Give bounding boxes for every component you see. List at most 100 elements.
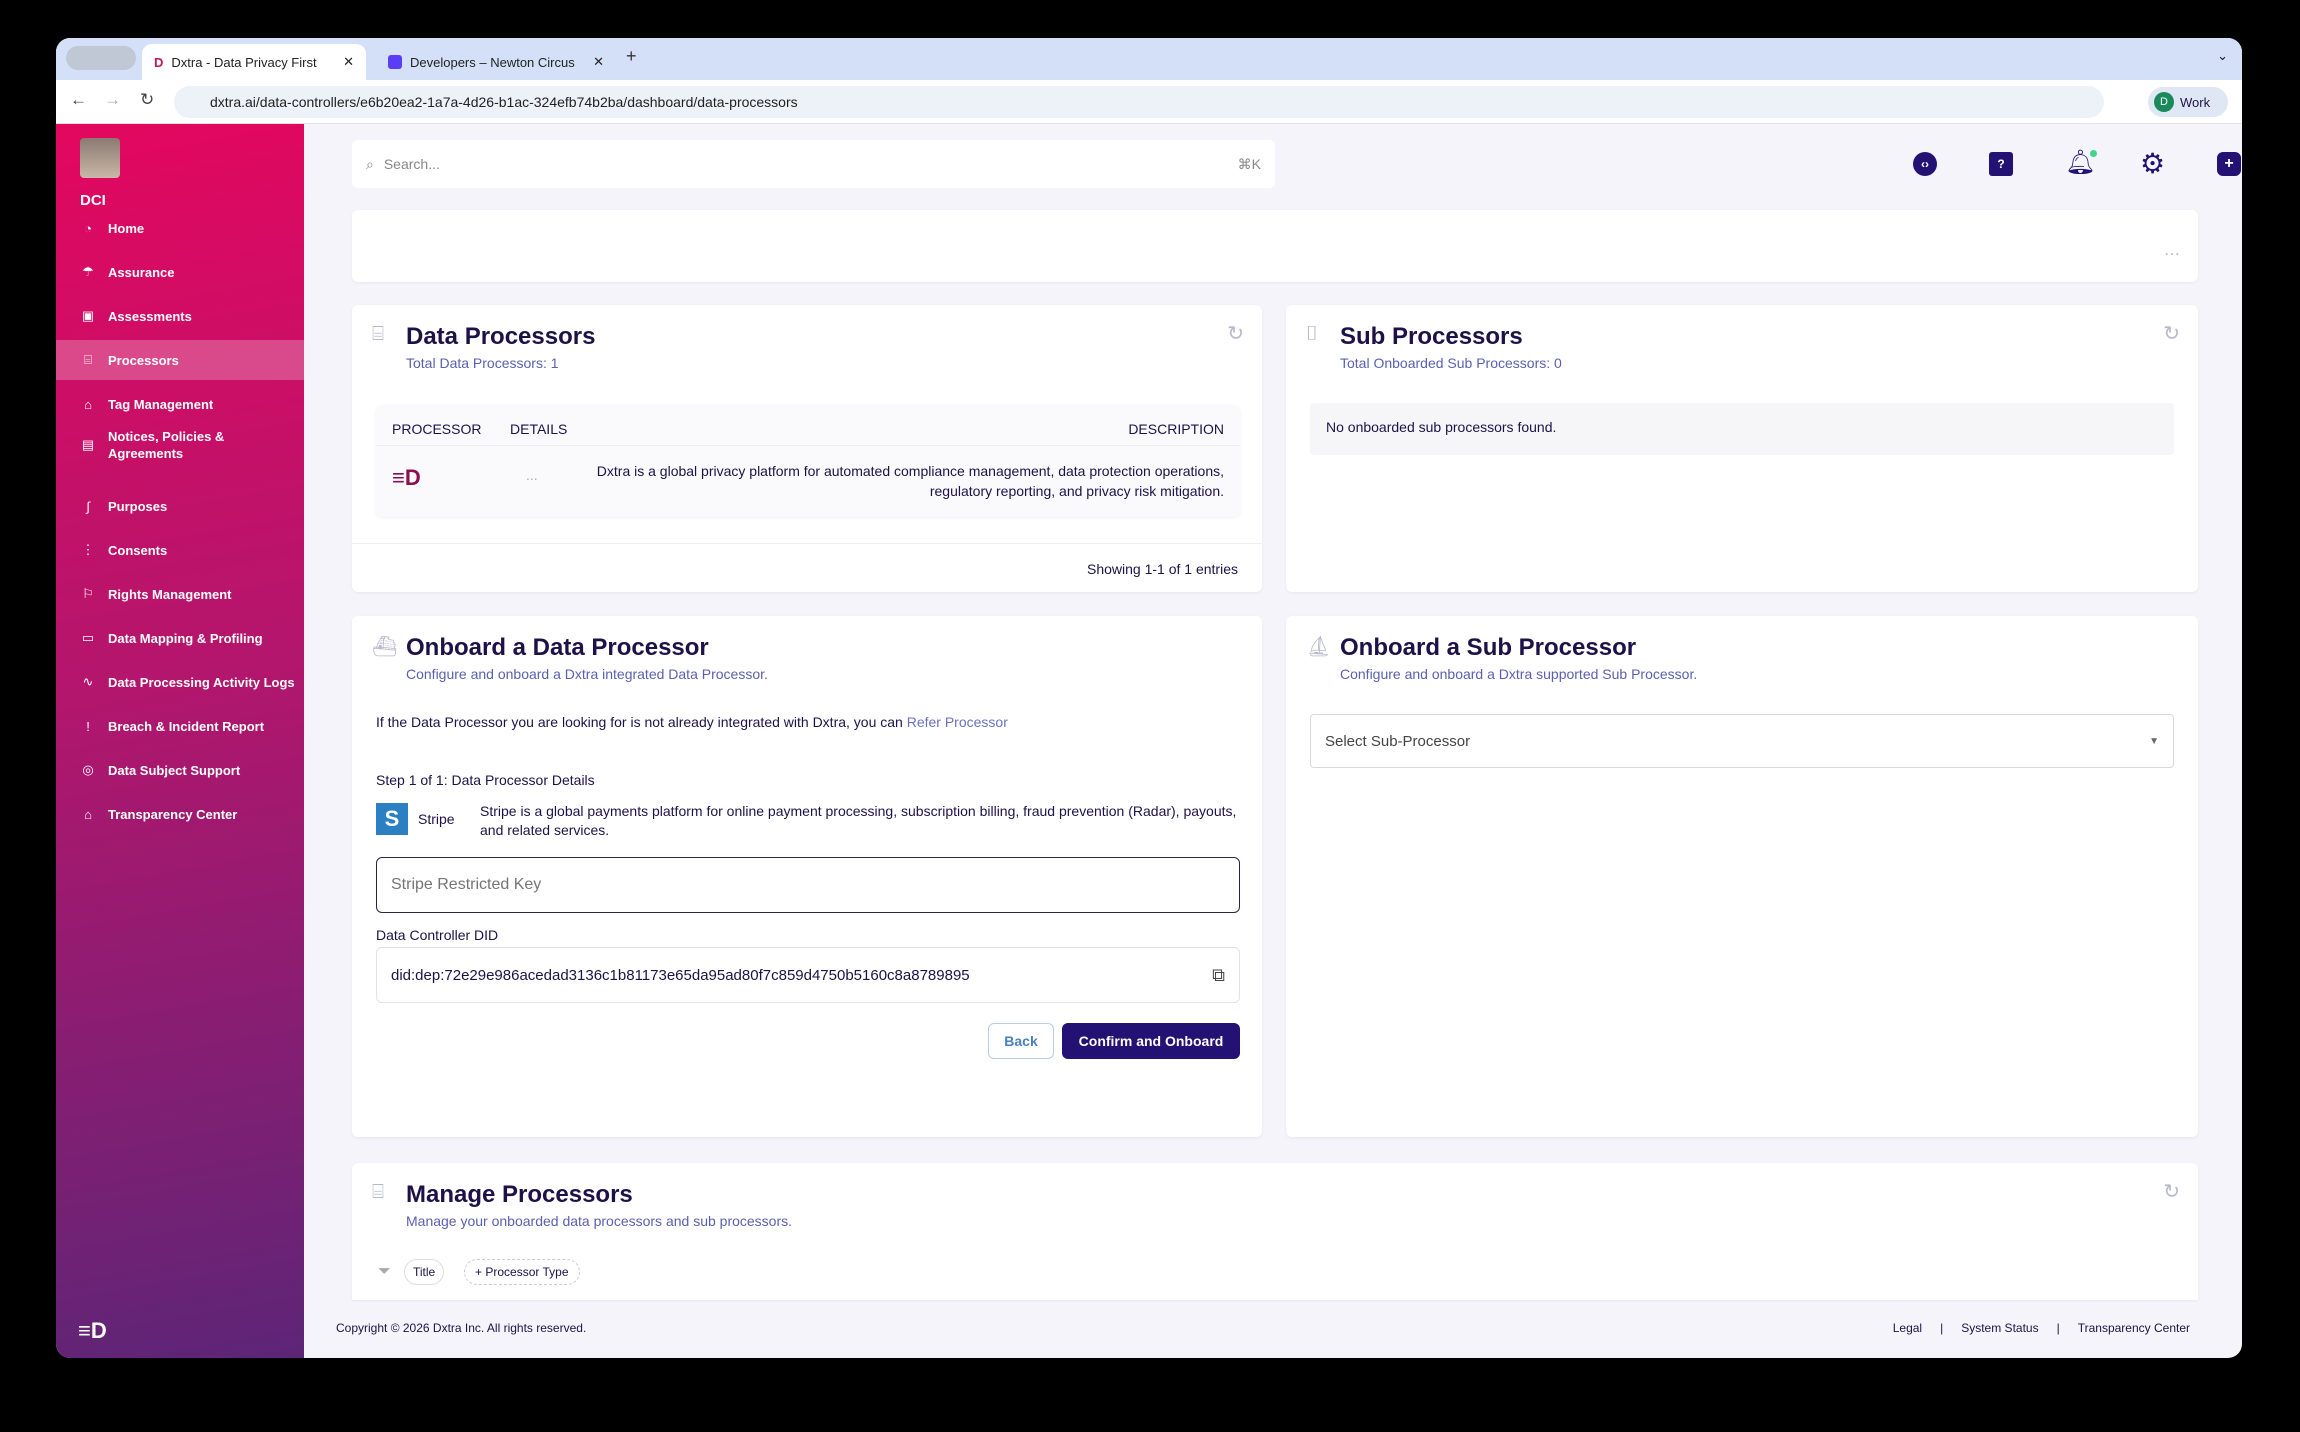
back-icon[interactable]: ← — [70, 90, 87, 110]
sidebar-item-data-processing-activity-logs[interactable]: ∿ Data Processing Activity Logs — [56, 662, 304, 702]
help-icon[interactable]: ? — [1989, 152, 2013, 176]
column-header: DETAILS — [510, 421, 567, 437]
footer-link-status[interactable]: System Status — [1961, 1321, 2038, 1335]
sidebar-item-breach-incident-report[interactable]: ! Breach & Incident Report — [56, 706, 304, 746]
forward-icon[interactable]: → — [104, 90, 121, 110]
sidebar-item-tag-management[interactable]: ⌂ Tag Management — [56, 384, 304, 424]
nav-icon: ! — [80, 719, 96, 734]
nav-icon: ∫ — [80, 499, 96, 514]
refresh-icon[interactable]: ↻ — [2163, 321, 2180, 346]
sidebar-item-data-subject-support[interactable]: ◎ Data Subject Support — [56, 750, 304, 790]
sidebar-item-home[interactable]: ◔Home — [56, 208, 304, 248]
did-value: did:dep:72e29e986acedad3136c1b81173e65da… — [391, 967, 970, 984]
stripe-key-input[interactable] — [376, 857, 1240, 913]
tab-search-icon[interactable]: ⌄ — [2217, 48, 2228, 64]
notification-bell-icon[interactable]: 🔔︎ — [2065, 148, 2095, 177]
refer-text: If the Data Processor you are looking fo… — [376, 714, 1008, 730]
copy-icon[interactable]: ⧉ — [1212, 965, 1225, 986]
column-header: PROCESSOR — [392, 421, 481, 437]
refresh-icon[interactable]: ↻ — [1227, 321, 1244, 346]
settings-gear-icon[interactable]: ⚙ — [2140, 147, 2165, 180]
card-title: Data Processors — [406, 323, 595, 351]
details-button[interactable]: ... — [526, 467, 538, 483]
url-input[interactable]: dxtra.ai/data-controllers/e6b20ea2-1a7a-… — [174, 86, 2104, 118]
sidebar-item-label: Notices, Policies &Agreements — [108, 428, 224, 462]
card-subtitle: Total Onboarded Sub Processors: 0 — [1340, 355, 1562, 371]
nav-icon: ⚐ — [80, 586, 96, 602]
search-input[interactable]: ⌕ Search... ⌘K — [352, 140, 1275, 188]
close-icon[interactable]: ✕ — [593, 54, 604, 70]
sidebar-item-transparency-center[interactable]: ⌂ Transparency Center — [56, 794, 304, 834]
confirm-onboard-button[interactable]: Confirm and Onboard — [1062, 1023, 1240, 1059]
card-subtitle: Total Data Processors: 1 — [406, 355, 559, 371]
search-icon: ⌕ — [366, 156, 374, 173]
search-placeholder: Search... — [384, 156, 440, 172]
manage-processors-card: ⌸ Manage Processors Manage your onboarde… — [352, 1163, 2198, 1300]
footer-link-legal[interactable]: Legal — [1893, 1321, 1922, 1335]
empty-message: No onboarded sub processors found. — [1326, 419, 1556, 435]
nav-icon: ▭ — [80, 630, 96, 646]
sidebar-item-label: Data Subject Support — [108, 762, 240, 779]
processor-description: Dxtra is a global privacy platform for a… — [584, 461, 1224, 501]
sidebar-item-purposes[interactable]: ∫Purposes — [56, 486, 304, 526]
reload-icon[interactable]: ↻ — [140, 90, 154, 110]
dxtra-favicon-icon: D — [154, 55, 163, 70]
sidebar-item-label: Data Mapping & Profiling — [108, 630, 263, 647]
processor-name: Stripe — [418, 811, 455, 827]
tab-developers[interactable]: Developers – Newton Circus ✕ — [376, 44, 616, 80]
sub-processor-icon: ⌷ — [1306, 323, 1318, 346]
profile-button[interactable]: D Work — [2148, 87, 2228, 117]
sidebar-item-label: Data Processing Activity Logs — [108, 674, 295, 691]
url-text: dxtra.ai/data-controllers/e6b20ea2-1a7a-… — [210, 94, 798, 110]
sidebar-item-rights-management[interactable]: ⚐ Rights Management — [56, 574, 304, 614]
sidebar-item-label: Tag Management — [108, 396, 213, 413]
nav-icon: ◎ — [80, 762, 96, 778]
did-label: Data Controller DID — [376, 927, 498, 943]
sidebar-item-consents[interactable]: ⋮ Consents — [56, 530, 304, 570]
tab-dxtra[interactable]: D Dxtra - Data Privacy First ✕ — [142, 44, 366, 80]
dxtra-logo-icon[interactable]: ≡D — [78, 1318, 107, 1344]
avatar[interactable] — [80, 138, 120, 178]
stripe-logo-icon: S — [376, 803, 408, 835]
select-placeholder: Select Sub-Processor — [1325, 733, 1470, 750]
sidebar-item-notices-policies[interactable]: ▤Notices, Policies &Agreements — [56, 420, 304, 470]
more-options-icon[interactable]: ⋯ — [2164, 244, 2180, 264]
pagination-info: Showing 1-1 of 1 entries — [1087, 561, 1238, 577]
sidebar-item-label: Assurance — [108, 264, 174, 281]
sidebar-item-label: Breach & Incident Report — [108, 718, 264, 735]
browser-window: D Dxtra - Data Privacy First ✕ Developer… — [56, 38, 2242, 1358]
filter-title[interactable]: Title — [404, 1259, 444, 1285]
card-title: Onboard a Data Processor — [406, 634, 709, 662]
add-icon[interactable]: + — [2217, 152, 2241, 176]
footer-link-transparency[interactable]: Transparency Center — [2078, 1321, 2190, 1335]
nav-icon: ⋮ — [80, 542, 96, 558]
sidebar-item-assessments[interactable]: ▣Assessments — [56, 296, 304, 336]
sidebar-item-label: Rights Management — [108, 586, 232, 603]
filter-processor-type[interactable]: + Processor Type — [464, 1259, 580, 1285]
footer-links: Legal| System Status| Transparency Cente… — [1893, 1321, 2190, 1335]
nav-icon: ∿ — [80, 674, 96, 690]
chevron-down-icon: ▼ — [2149, 736, 2159, 747]
sidebar-item-label: Home — [108, 220, 144, 237]
sub-processors-card: ⌷ Sub Processors Total Onboarded Sub Pro… — [1286, 305, 2198, 592]
nav-icon: ⌂ — [80, 807, 96, 822]
tab-group-button[interactable] — [66, 46, 136, 70]
did-field[interactable]: did:dep:72e29e986acedad3136c1b81173e65da… — [376, 947, 1240, 1003]
sub-processor-select[interactable]: Select Sub-Processor ▼ — [1310, 714, 2174, 768]
refresh-icon[interactable]: ↻ — [2163, 1179, 2180, 1204]
processors-table: PROCESSOR DETAILS DESCRIPTION ≡D ... Dxt… — [376, 405, 1240, 517]
sidebar-item-processors[interactable]: ⌸Processors — [56, 340, 304, 380]
refer-processor-link[interactable]: Refer Processor — [907, 714, 1008, 730]
card-subtitle: Manage your onboarded data processors an… — [406, 1213, 792, 1229]
close-icon[interactable]: ✕ — [343, 54, 354, 70]
sidebar-item-label: Transparency Center — [108, 806, 237, 823]
nav-icon: ⌂ — [80, 397, 96, 412]
empty-state: No onboarded sub processors found. — [1310, 403, 2174, 455]
developer-icon[interactable]: ‹› — [1913, 152, 1937, 176]
sidebar-item-assurance[interactable]: ☂Assurance — [56, 252, 304, 292]
filter-icon: ⏷ — [378, 1263, 391, 1281]
new-tab-icon[interactable]: + — [626, 46, 637, 67]
sidebar-item-label: Consents — [108, 542, 167, 559]
back-button[interactable]: Back — [988, 1023, 1054, 1059]
sidebar-item-data-mapping-profiling[interactable]: ▭ Data Mapping & Profiling — [56, 618, 304, 658]
